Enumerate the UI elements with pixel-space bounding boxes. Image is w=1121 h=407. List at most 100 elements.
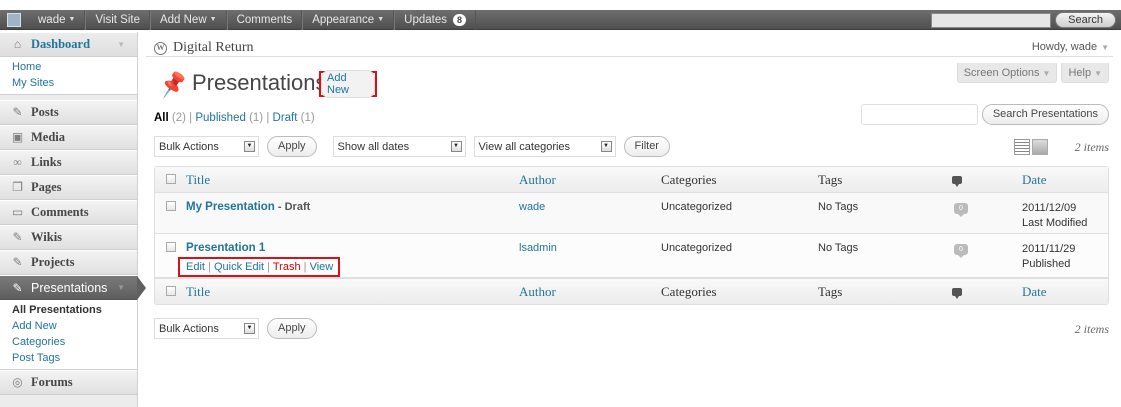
row-actions: Edit | Quick Edit | Trash | View: [178, 257, 341, 277]
row-checkbox[interactable]: [166, 242, 176, 252]
admin-bar-updates[interactable]: Updates 8: [394, 9, 477, 30]
table-row: Presentation 1 Edit | Quick Edit | Trash…: [155, 234, 1108, 278]
caret-down-icon: ▼: [1094, 69, 1102, 78]
sidebar-item-label: Presentations: [31, 280, 108, 295]
wordpress-logo-icon: W: [154, 41, 167, 55]
page-title: Presentations: [192, 70, 327, 95]
sidebar-item-links[interactable]: ∞ Links: [0, 150, 137, 175]
collapse-arrow-icon[interactable]: ▼: [117, 40, 125, 49]
column-comments[interactable]: [951, 278, 1022, 304]
column-author[interactable]: Author: [519, 278, 661, 304]
admin-bar-visit-site[interactable]: Visit Site: [85, 9, 150, 30]
sidebar-item-presentations[interactable]: ✎ Presentations ▼: [0, 275, 146, 300]
screen-options-label: Screen Options: [963, 67, 1040, 79]
column-date-label: Date: [1022, 171, 1047, 187]
apply-button[interactable]: Apply: [267, 136, 317, 157]
help-tab[interactable]: Help ▼: [1061, 63, 1109, 83]
bulk-actions-select[interactable]: Bulk Actions ▼: [154, 136, 259, 157]
trash-link[interactable]: Trash: [273, 261, 301, 273]
select-all-cell: [155, 278, 186, 304]
row-checkbox[interactable]: [166, 201, 176, 211]
sidebar-item-media[interactable]: ▣ Media: [0, 125, 137, 150]
dates-filter-select[interactable]: Show all dates ▼: [332, 136, 466, 157]
site-title[interactable]: W Digital Return: [154, 40, 254, 56]
search-input[interactable]: [860, 104, 978, 125]
categories-cell: Uncategorized: [661, 234, 818, 278]
post-title-link[interactable]: Presentation 1: [186, 242, 519, 254]
column-date[interactable]: Date: [1022, 278, 1108, 304]
tags-cell: No Tags: [818, 193, 951, 234]
dashboard-submenu: Home My Sites: [0, 57, 137, 95]
submenu-item-home[interactable]: Home: [0, 59, 137, 75]
caret-down-icon: ▼: [1042, 69, 1051, 78]
search-presentations-button[interactable]: Search Presentations: [981, 104, 1109, 125]
sidebar-item-label: Posts: [31, 105, 59, 119]
admin-bar-comments[interactable]: Comments: [226, 9, 303, 30]
admin-bar-search-input[interactable]: [931, 12, 1052, 28]
admin-bar-updates-label: Updates: [404, 13, 447, 26]
collapse-arrow-icon[interactable]: ▼: [117, 283, 125, 292]
pushpin-icon: 📌: [157, 69, 190, 100]
media-icon: ▣: [11, 130, 24, 144]
sidebar-item-forums[interactable]: ◎ Forums: [0, 370, 137, 395]
admin-bar-add-new[interactable]: Add New ▼: [149, 9, 227, 30]
select-all-checkbox[interactable]: [166, 285, 176, 296]
pushpin-icon: ✎: [12, 255, 23, 269]
list-view-icon[interactable]: [1014, 139, 1030, 155]
presentations-table: Title Author Categories Tags Date My Pre…: [154, 166, 1109, 305]
submenu-item-post-tags[interactable]: Post Tags: [0, 350, 137, 366]
column-date[interactable]: Date: [1022, 167, 1108, 193]
filter-button[interactable]: Filter: [623, 136, 670, 157]
categories-filter-select[interactable]: View all categories ▼: [473, 136, 616, 157]
submenu-item-categories[interactable]: Categories: [0, 334, 137, 350]
categories-cell: Uncategorized: [661, 193, 818, 234]
submenu-item-all-presentations[interactable]: All Presentations: [0, 302, 137, 318]
howdy-menu[interactable]: Howdy, wade ▼: [1032, 41, 1109, 53]
dropdown-arrow-icon: ▼: [600, 141, 612, 152]
submenu-item-add-new[interactable]: Add New: [0, 318, 137, 334]
admin-sidebar: ⌂ Dashboard ▼ Home My Sites ✎ Posts ▣ Me…: [0, 32, 146, 407]
column-author[interactable]: Author: [519, 167, 661, 193]
avatar: [7, 12, 21, 27]
sidebar-item-posts[interactable]: ✎ Posts: [0, 100, 137, 125]
admin-bar-search-button[interactable]: Search: [1055, 12, 1116, 28]
sidebar-item-wikis[interactable]: ✎ Wikis: [0, 225, 137, 250]
sidebar-item-label: Forums: [31, 375, 73, 389]
sidebar-item-label: Dashboard: [31, 37, 91, 51]
edit-link[interactable]: Edit: [186, 261, 205, 273]
apply-button[interactable]: Apply: [267, 318, 317, 339]
comment-count-bubble[interactable]: 0: [954, 244, 968, 258]
column-author-label: Author: [519, 171, 556, 187]
admin-bar-user-menu[interactable]: wade ▼: [0, 9, 86, 30]
bulk-actions-select[interactable]: Bulk Actions ▼: [154, 318, 259, 339]
comments-cell: 0: [951, 234, 1022, 278]
view-link[interactable]: View: [310, 261, 334, 273]
add-new-button[interactable]: Add New: [321, 70, 375, 98]
author-link[interactable]: lsadmin: [519, 242, 557, 254]
select-all-checkbox[interactable]: [166, 173, 176, 184]
comment-count-bubble[interactable]: 0: [954, 203, 968, 217]
caret-down-icon: ▼: [68, 15, 76, 23]
post-title-link[interactable]: My Presentation: [186, 201, 275, 213]
excerpt-view-icon[interactable]: [1032, 139, 1048, 155]
filter-published-label: Published: [195, 112, 246, 124]
filter-published[interactable]: Published (1): [195, 112, 263, 124]
post-state: - Draft: [277, 201, 311, 213]
sidebar-item-projects[interactable]: ✎ Projects: [0, 250, 137, 275]
filter-draft[interactable]: Draft (1): [273, 112, 315, 124]
author-link[interactable]: wade: [519, 201, 545, 213]
tags-cell: No Tags: [818, 234, 951, 278]
column-title[interactable]: Title: [186, 278, 519, 304]
quick-edit-link[interactable]: Quick Edit: [214, 261, 264, 273]
column-comments[interactable]: [951, 167, 1022, 193]
column-title[interactable]: Title: [186, 167, 519, 193]
sidebar-item-comments[interactable]: ▭ Comments: [0, 200, 137, 225]
screen-options-tab[interactable]: Screen Options ▼: [956, 63, 1058, 83]
sidebar-item-pages[interactable]: ❐ Pages: [0, 175, 137, 200]
howdy-label: Howdy, wade: [1031, 41, 1098, 53]
pushpin-icon: ✎: [12, 280, 23, 295]
filter-all[interactable]: All (2): [154, 112, 186, 124]
admin-bar-appearance[interactable]: Appearance ▼: [302, 9, 395, 30]
submenu-item-my-sites[interactable]: My Sites: [0, 75, 137, 91]
sidebar-item-dashboard[interactable]: ⌂ Dashboard ▼: [0, 32, 137, 57]
